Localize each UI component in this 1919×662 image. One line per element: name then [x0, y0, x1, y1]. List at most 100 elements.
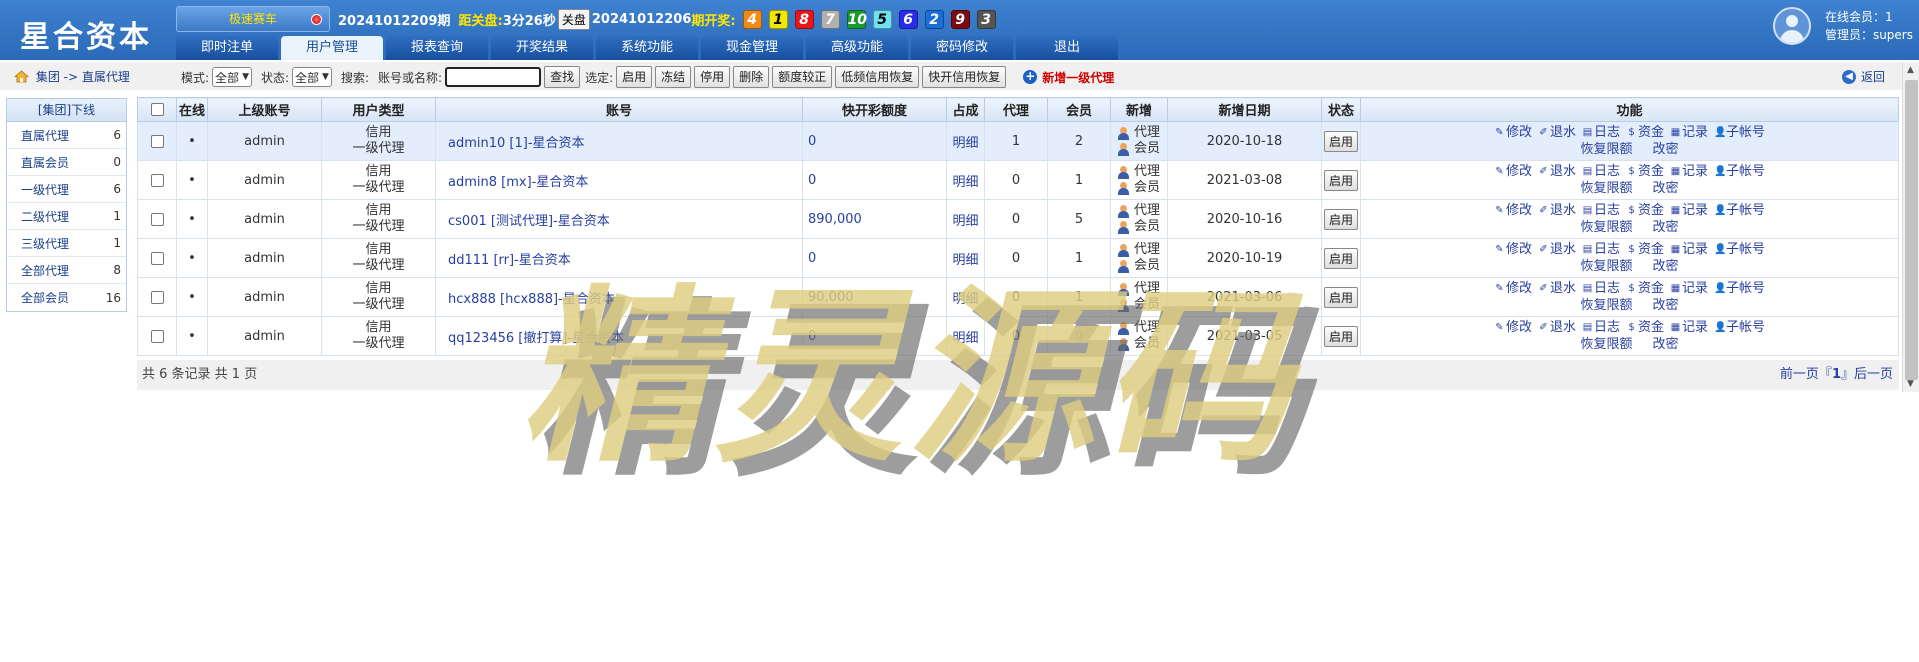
- func-link[interactable]: ▤ 日志: [1582, 280, 1620, 297]
- sidebar-item[interactable]: 全部代理 8: [7, 257, 126, 284]
- func-link[interactable]: 改密: [1653, 180, 1679, 197]
- status-toggle-button[interactable]: 启用: [1323, 325, 1358, 347]
- nav-tab[interactable]: 高级功能: [806, 36, 908, 60]
- func-link[interactable]: ✎ 修改: [1494, 124, 1532, 141]
- func-link[interactable]: 恢复限额: [1580, 297, 1632, 314]
- find-button[interactable]: 查找: [544, 66, 581, 88]
- share-detail-link[interactable]: 明细: [946, 199, 985, 239]
- add-agent-link[interactable]: 代理: [1117, 281, 1167, 297]
- quick-lottery-credit[interactable]: 0: [802, 238, 947, 278]
- bulk-action-button[interactable]: 停用: [694, 66, 731, 88]
- nav-tab[interactable]: 即时注单: [176, 36, 278, 60]
- bulk-action-button[interactable]: 额度较正: [772, 66, 833, 88]
- func-link[interactable]: 恢复限额: [1580, 141, 1632, 158]
- func-link[interactable]: 改密: [1653, 336, 1679, 353]
- share-detail-link[interactable]: 明细: [946, 121, 985, 161]
- row-checkbox[interactable]: [150, 212, 164, 226]
- quick-lottery-credit[interactable]: 0: [802, 121, 947, 161]
- func-link[interactable]: 改密: [1653, 141, 1679, 158]
- status-select[interactable]: 全部 ▼: [292, 67, 332, 87]
- sidebar-item[interactable]: 直属代理 6: [7, 122, 126, 149]
- row-checkbox[interactable]: [150, 251, 164, 265]
- quick-lottery-credit[interactable]: 90,000: [802, 277, 947, 317]
- account-link[interactable]: qq123456 [撤打算]-星合资本: [435, 316, 803, 356]
- share-detail-link[interactable]: 明细: [946, 238, 985, 278]
- func-link[interactable]: 👤 子帐号: [1714, 124, 1765, 141]
- row-checkbox[interactable]: [150, 173, 164, 187]
- add-agent-link[interactable]: 代理: [1117, 320, 1167, 336]
- share-detail-link[interactable]: 明细: [946, 277, 985, 317]
- add-member-link[interactable]: 会员: [1117, 297, 1167, 313]
- account-link[interactable]: dd111 [rr]-星合资本: [435, 238, 803, 278]
- func-link[interactable]: ▤ 日志: [1582, 163, 1620, 180]
- share-detail-link[interactable]: 明细: [946, 316, 985, 356]
- func-link[interactable]: ✎ 修改: [1494, 163, 1532, 180]
- bulk-action-button[interactable]: 冻结: [655, 66, 692, 88]
- add-agent-link[interactable]: 代理: [1117, 203, 1167, 219]
- func-link[interactable]: $ 资金: [1626, 280, 1664, 297]
- row-select-cell[interactable]: [137, 121, 177, 161]
- func-link[interactable]: ✎ 修改: [1494, 202, 1532, 219]
- func-link[interactable]: ▦ 记录: [1670, 241, 1708, 258]
- row-checkbox[interactable]: [150, 290, 164, 304]
- status-toggle-button[interactable]: 启用: [1323, 130, 1358, 152]
- func-link[interactable]: $ 资金: [1626, 319, 1664, 336]
- status-toggle-button[interactable]: 启用: [1323, 247, 1358, 269]
- func-link[interactable]: 恢复限额: [1580, 180, 1632, 197]
- sidebar-item[interactable]: 直属会员 0: [7, 149, 126, 176]
- current-page[interactable]: 1: [1832, 367, 1841, 382]
- select-all-checkbox[interactable]: [150, 103, 164, 116]
- func-link[interactable]: ▦ 记录: [1670, 319, 1708, 336]
- add-agent-link[interactable]: 代理: [1117, 125, 1167, 141]
- close-market-button[interactable]: 关盘: [557, 8, 590, 30]
- func-link[interactable]: 恢复限额: [1580, 258, 1632, 275]
- func-link[interactable]: 👤 子帐号: [1714, 280, 1765, 297]
- func-link[interactable]: ✎ 修改: [1494, 319, 1532, 336]
- func-link[interactable]: $ 资金: [1626, 163, 1664, 180]
- func-link[interactable]: 改密: [1653, 219, 1679, 236]
- func-link[interactable]: 改密: [1653, 297, 1679, 314]
- func-link[interactable]: ✐ 退水: [1538, 163, 1576, 180]
- func-link[interactable]: 恢复限额: [1580, 219, 1632, 236]
- func-link[interactable]: ▦ 记录: [1670, 163, 1708, 180]
- func-link[interactable]: $ 资金: [1626, 241, 1664, 258]
- nav-tab[interactable]: 退出: [1016, 36, 1118, 60]
- account-link[interactable]: hcx888 [hcx888]-星合资本: [435, 277, 803, 317]
- func-link[interactable]: ▤ 日志: [1582, 124, 1620, 141]
- func-link[interactable]: 👤 子帐号: [1714, 163, 1765, 180]
- sidebar-item[interactable]: 一级代理 6: [7, 176, 126, 203]
- prev-page-link[interactable]: 前一页『: [1780, 367, 1832, 382]
- func-link[interactable]: ✐ 退水: [1538, 124, 1576, 141]
- mode-select[interactable]: 全部 ▼: [212, 67, 252, 87]
- sidebar-item[interactable]: 二级代理 1: [7, 203, 126, 230]
- add-member-link[interactable]: 会员: [1117, 141, 1167, 157]
- func-link[interactable]: ✎ 修改: [1494, 241, 1532, 258]
- func-link[interactable]: $ 资金: [1626, 202, 1664, 219]
- nav-tab[interactable]: 开奖结果: [491, 36, 593, 60]
- search-input[interactable]: [445, 67, 542, 87]
- bulk-action-button[interactable]: 低频信用恢复: [835, 66, 920, 88]
- account-link[interactable]: cs001 [测试代理]-星合资本: [435, 199, 803, 239]
- nav-tab[interactable]: 报表查询: [386, 36, 488, 60]
- quick-lottery-credit[interactable]: 890,000: [802, 199, 947, 239]
- status-toggle-button[interactable]: 启用: [1323, 208, 1358, 230]
- breadcrumb-text[interactable]: 集团 -> 直属代理: [36, 70, 130, 84]
- func-link[interactable]: ✐ 退水: [1538, 280, 1576, 297]
- account-link[interactable]: admin10 [1]-星合资本: [435, 121, 803, 161]
- add-agent-link[interactable]: 代理: [1117, 164, 1167, 180]
- func-link[interactable]: 改密: [1653, 258, 1679, 275]
- row-select-cell[interactable]: [137, 316, 177, 356]
- quick-lottery-credit[interactable]: 0: [802, 316, 947, 356]
- func-link[interactable]: $ 资金: [1626, 124, 1664, 141]
- back-button[interactable]: ◀ 返回: [1842, 68, 1885, 85]
- func-link[interactable]: ▤ 日志: [1582, 202, 1620, 219]
- scrollbar-thumb[interactable]: [1905, 80, 1918, 380]
- func-link[interactable]: ▦ 记录: [1670, 280, 1708, 297]
- status-toggle-button[interactable]: 启用: [1323, 286, 1358, 308]
- func-link[interactable]: ✐ 退水: [1538, 319, 1576, 336]
- func-link[interactable]: 👤 子帐号: [1714, 319, 1765, 336]
- share-detail-link[interactable]: 明细: [946, 160, 985, 200]
- add-member-link[interactable]: 会员: [1117, 180, 1167, 196]
- nav-tab[interactable]: 系统功能: [596, 36, 698, 60]
- func-link[interactable]: ✎ 修改: [1494, 280, 1532, 297]
